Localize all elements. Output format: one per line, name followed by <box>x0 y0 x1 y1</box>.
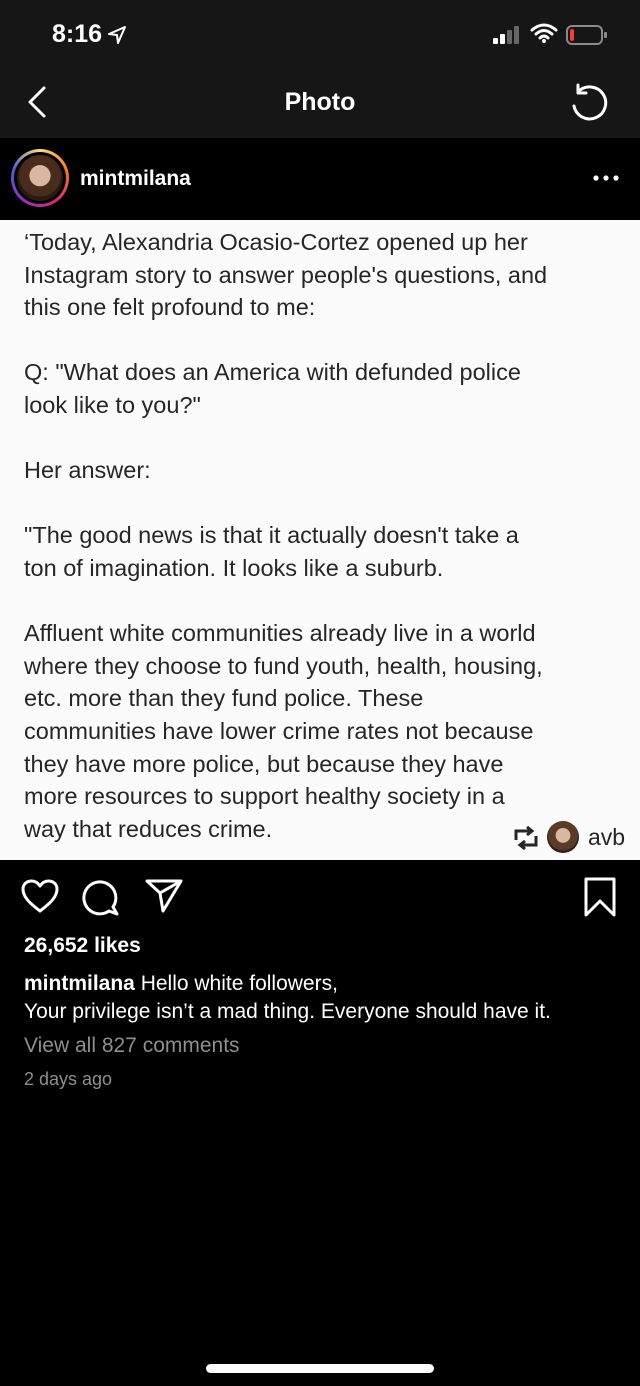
photo-paragraph: ‘Today, Alexandria Ocasio-Cortez opened … <box>24 229 548 321</box>
repost-icon <box>514 826 538 850</box>
post-photo[interactable]: ‘Today, Alexandria Ocasio-Cortez opened … <box>0 220 640 860</box>
caption: mintmilana Hello white followers, Your p… <box>24 970 624 1026</box>
wifi-icon <box>530 23 558 43</box>
heart-icon[interactable] <box>20 878 60 914</box>
photo-text: ‘Today, Alexandria Ocasio-Cortez opened … <box>24 226 624 845</box>
location-arrow-icon <box>108 26 126 44</box>
comment-icon[interactable] <box>82 878 120 916</box>
action-bar <box>0 860 640 932</box>
status-time: 8:16 <box>52 20 103 48</box>
caption-username[interactable]: mintmilana <box>24 972 135 995</box>
bookmark-icon[interactable] <box>582 876 618 918</box>
post-timestamp: 2 days ago <box>24 1069 113 1089</box>
photo-paragraph: "The good news is that it actually doesn… <box>24 522 519 581</box>
post-header: mintmilana <box>0 138 640 220</box>
battery-low-icon <box>566 25 607 45</box>
more-horizontal-icon[interactable] <box>590 168 622 188</box>
repost-username: avb <box>588 824 626 850</box>
view-comments-link[interactable]: View all 827 comments <box>24 1034 240 1058</box>
home-indicator[interactable] <box>206 1364 434 1373</box>
likes-count[interactable]: 26,652 likes <box>24 934 141 958</box>
photo-paragraph: Affluent white communities already live … <box>24 620 543 842</box>
cellular-signal-icon <box>493 26 519 44</box>
photo-paragraph: Q: "What does an America with defunded p… <box>24 359 521 418</box>
status-bar: 8:16 <box>0 0 640 68</box>
nav-bar: Photo <box>0 68 640 138</box>
avatar <box>17 155 63 201</box>
photo-paragraph: Her answer: <box>24 457 151 484</box>
avatar-story-ring[interactable] <box>11 149 69 207</box>
post-username[interactable]: mintmilana <box>80 167 191 191</box>
repost-avatar <box>547 821 579 853</box>
page-title: Photo <box>284 88 356 116</box>
rotate-icon[interactable] <box>566 82 610 122</box>
paper-plane-icon[interactable] <box>144 876 184 914</box>
